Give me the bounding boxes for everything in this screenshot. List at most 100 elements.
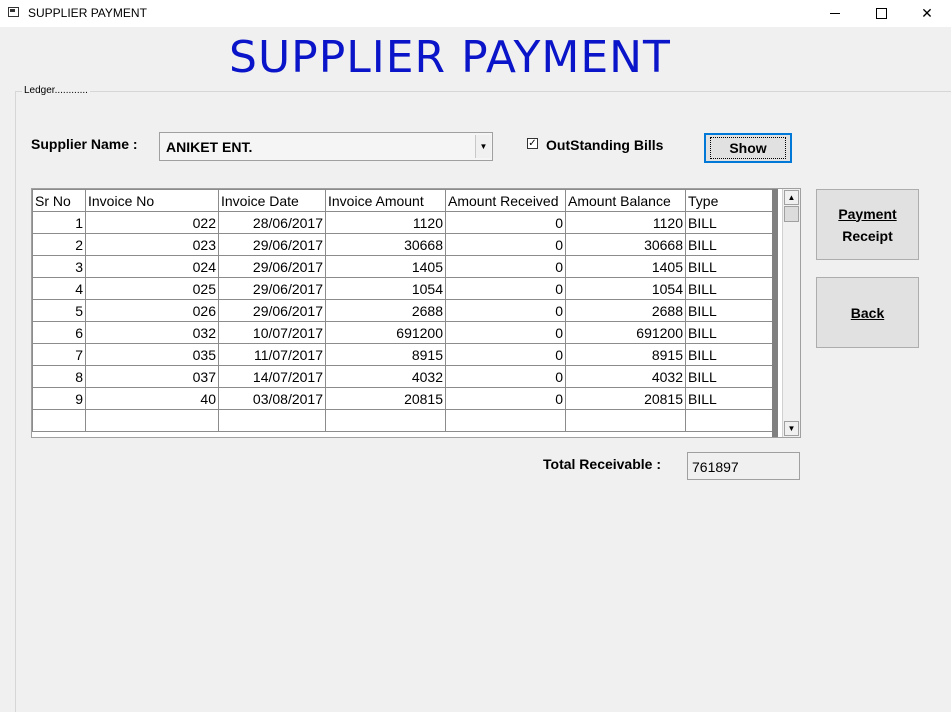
table-cell-sr[interactable]: 4 [32, 277, 86, 300]
column-header[interactable]: Amount Received [445, 189, 566, 212]
table-cell-amount[interactable]: 1120 [325, 211, 446, 234]
table-cell-type[interactable]: BILL [685, 343, 773, 366]
table-cell-amount[interactable]: 2688 [325, 299, 446, 322]
table-cell-amount[interactable]: 1405 [325, 255, 446, 278]
table-row[interactable]: 6 032 10/07/2017 691200 0 691200 BILL [32, 321, 773, 344]
table-cell-sr[interactable]: 3 [32, 255, 86, 278]
table-cell-received[interactable]: 0 [445, 387, 566, 410]
table-cell-received[interactable]: 0 [445, 211, 566, 234]
table-cell-balance[interactable]: 691200 [565, 321, 686, 344]
dropdown-arrow-icon[interactable]: ▼ [475, 135, 491, 158]
table-cell-amount[interactable]: 4032 [325, 365, 446, 388]
table-cell-date[interactable]: 11/07/2017 [218, 343, 326, 366]
table-cell-sr[interactable]: 2 [32, 233, 86, 256]
table-cell-type[interactable]: BILL [685, 321, 773, 344]
table-cell-invoice[interactable]: 024 [85, 255, 219, 278]
column-header[interactable]: Type [685, 189, 773, 212]
minimize-button[interactable] [812, 0, 858, 27]
table-cell-invoice[interactable]: 037 [85, 365, 219, 388]
column-header[interactable]: Invoice Date [218, 189, 326, 212]
table-cell-balance[interactable] [565, 409, 686, 432]
outstanding-bills-checkbox[interactable]: ✓ [527, 138, 538, 149]
table-cell-type[interactable]: BILL [685, 365, 773, 388]
table-cell-sr[interactable] [32, 409, 86, 432]
table-row[interactable]: 5 026 29/06/2017 2688 0 2688 BILL [32, 299, 773, 322]
table-cell-type[interactable] [685, 409, 773, 432]
table-cell-type[interactable]: BILL [685, 255, 773, 278]
table-cell-balance[interactable]: 1120 [565, 211, 686, 234]
table-cell-balance[interactable]: 1054 [565, 277, 686, 300]
table-cell-balance[interactable]: 4032 [565, 365, 686, 388]
table-row[interactable]: 9 40 03/08/2017 20815 0 20815 BILL [32, 387, 773, 410]
table-cell-sr[interactable]: 7 [32, 343, 86, 366]
back-button[interactable]: Back [816, 277, 919, 348]
table-cell-balance[interactable]: 8915 [565, 343, 686, 366]
table-cell-invoice[interactable]: 025 [85, 277, 219, 300]
table-cell-received[interactable]: 0 [445, 321, 566, 344]
table-cell-received[interactable]: 0 [445, 343, 566, 366]
vertical-scrollbar[interactable]: ▲ ▼ [782, 189, 800, 437]
table-cell-date[interactable]: 03/08/2017 [218, 387, 326, 410]
table-cell-sr[interactable]: 6 [32, 321, 86, 344]
table-cell-balance[interactable]: 1405 [565, 255, 686, 278]
table-cell-sr[interactable]: 1 [32, 211, 86, 234]
table-row[interactable]: 7 035 11/07/2017 8915 0 8915 BILL [32, 343, 773, 366]
table-cell-date[interactable]: 29/06/2017 [218, 255, 326, 278]
table-cell-date[interactable] [218, 409, 326, 432]
table-cell-received[interactable] [445, 409, 566, 432]
table-cell-date[interactable]: 10/07/2017 [218, 321, 326, 344]
table-cell-type[interactable]: BILL [685, 211, 773, 234]
maximize-button[interactable] [858, 0, 904, 27]
table-cell-amount[interactable]: 8915 [325, 343, 446, 366]
table-row[interactable]: 2 023 29/06/2017 30668 0 30668 BILL [32, 233, 773, 256]
table-cell-date[interactable]: 29/06/2017 [218, 277, 326, 300]
column-header[interactable]: Sr No [32, 189, 86, 212]
table-cell-invoice[interactable]: 023 [85, 233, 219, 256]
form-icon[interactable] [8, 7, 19, 17]
table-cell-balance[interactable]: 2688 [565, 299, 686, 322]
scroll-up-icon[interactable]: ▲ [784, 190, 799, 205]
table-cell-invoice[interactable]: 035 [85, 343, 219, 366]
table-row[interactable]: 4 025 29/06/2017 1054 0 1054 BILL [32, 277, 773, 300]
table-cell-type[interactable]: BILL [685, 277, 773, 300]
table-cell-date[interactable]: 29/06/2017 [218, 299, 326, 322]
table-cell-amount[interactable]: 30668 [325, 233, 446, 256]
table-cell-sr[interactable]: 8 [32, 365, 86, 388]
table-cell-amount[interactable]: 20815 [325, 387, 446, 410]
table-cell-invoice[interactable]: 022 [85, 211, 219, 234]
table-cell-type[interactable]: BILL [685, 233, 773, 256]
table-row[interactable]: 1 022 28/06/2017 1120 0 1120 BILL [32, 211, 773, 234]
table-cell-received[interactable]: 0 [445, 233, 566, 256]
table-row[interactable] [32, 409, 773, 432]
table-cell-balance[interactable]: 30668 [565, 233, 686, 256]
supplier-name-dropdown[interactable]: ANIKET ENT. ▼ [159, 132, 493, 161]
table-cell-amount[interactable]: 1054 [325, 277, 446, 300]
column-header[interactable]: Invoice No [85, 189, 219, 212]
show-button[interactable]: Show [704, 133, 792, 163]
table-cell-balance[interactable]: 20815 [565, 387, 686, 410]
table-cell-sr[interactable]: 5 [32, 299, 86, 322]
table-cell-invoice[interactable]: 032 [85, 321, 219, 344]
scroll-thumb[interactable] [784, 206, 799, 222]
table-cell-date[interactable]: 28/06/2017 [218, 211, 326, 234]
table-cell-sr[interactable]: 9 [32, 387, 86, 410]
table-cell-invoice[interactable]: 026 [85, 299, 219, 322]
close-button[interactable]: ✕ [904, 0, 950, 27]
total-receivable-field[interactable]: 761897 [687, 452, 800, 480]
table-cell-invoice[interactable]: 40 [85, 387, 219, 410]
column-header[interactable]: Invoice Amount [325, 189, 446, 212]
table-cell-amount[interactable]: 691200 [325, 321, 446, 344]
table-row[interactable]: 3 024 29/06/2017 1405 0 1405 BILL [32, 255, 773, 278]
table-cell-type[interactable]: BILL [685, 299, 773, 322]
table-cell-date[interactable]: 29/06/2017 [218, 233, 326, 256]
payment-receipt-button[interactable]: Payment Receipt [816, 189, 919, 260]
table-cell-type[interactable]: BILL [685, 387, 773, 410]
outstanding-bills-label[interactable]: OutStanding Bills [546, 137, 663, 153]
table-cell-received[interactable]: 0 [445, 365, 566, 388]
invoice-grid[interactable]: Sr No Invoice No Invoice Date Invoice Am… [31, 188, 801, 438]
table-row[interactable]: 8 037 14/07/2017 4032 0 4032 BILL [32, 365, 773, 388]
scroll-down-icon[interactable]: ▼ [784, 421, 799, 436]
table-cell-received[interactable]: 0 [445, 299, 566, 322]
table-cell-date[interactable]: 14/07/2017 [218, 365, 326, 388]
table-cell-invoice[interactable] [85, 409, 219, 432]
